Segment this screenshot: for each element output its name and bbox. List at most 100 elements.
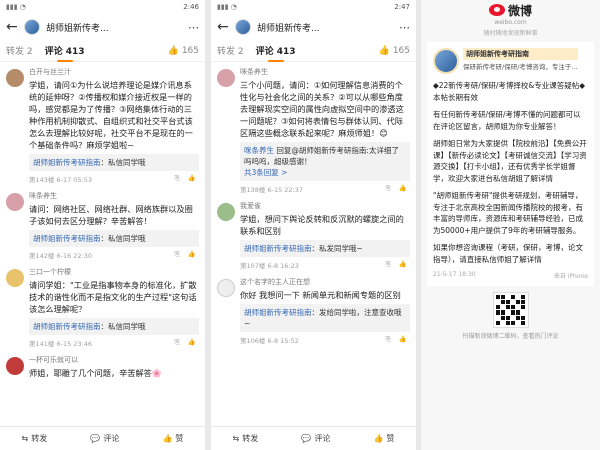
avatar[interactable] xyxy=(217,279,235,297)
comment-icon: 💬 xyxy=(90,434,101,443)
back-arrow-icon[interactable]: ← xyxy=(217,19,229,35)
account-avatar[interactable] xyxy=(24,19,40,35)
repost-label: 转发 xyxy=(31,434,48,443)
repost-button[interactable]: ⇆ 转发 xyxy=(233,433,259,444)
tab-bar: 转发 2 评论 413 👍 165 xyxy=(211,40,416,62)
comment-reply[interactable]: 咪条养生 回复@胡师姐新传考研指南:太详细了吗呜呜，超级感谢！ 共3条回复 > xyxy=(240,142,410,181)
comment-author[interactable]: 我爱雀 xyxy=(240,201,410,211)
status-time: 2:47 xyxy=(394,3,410,11)
weibo-brand: 微博 xyxy=(507,3,532,18)
comment-actions-icon[interactable]: ⎘ 👍 xyxy=(386,260,410,270)
tab-comment[interactable]: 评论 413 xyxy=(256,44,296,62)
repost-icon: ⇆ xyxy=(21,434,29,443)
reply-author[interactable]: 胡师姐新传考研指南 xyxy=(244,308,312,317)
comment-author[interactable]: 三口一个柠檬 xyxy=(29,267,199,277)
like-button[interactable]: 👍 赞 xyxy=(162,433,183,444)
like-label: 赞 xyxy=(175,434,184,443)
comment-floor-time: 第106楼 6-8 15:52 xyxy=(240,337,299,345)
comment-text: 学姐，请问①为什么说培养理论是媒介讯息系统的延伸呀？②传播权和媒介接近权是一样的… xyxy=(29,80,193,150)
comment-actions-icon[interactable]: ⎘ 👍 xyxy=(175,338,199,348)
comment-item: 一杯可乐就可以 师姐，耶雕了几个问题，辛苦解答🌸 xyxy=(0,350,205,381)
reply-author[interactable]: 胡师姐新传考研指南 xyxy=(244,244,312,253)
comment-reply[interactable]: 胡师姐新传考研指南：私信同学哦 xyxy=(29,318,199,335)
comment-text: 学姐，想问下舆论反转和反沉默的螺旋之间的联系和区别 xyxy=(240,214,404,236)
page-title: 胡师姐新传考... xyxy=(46,23,109,34)
repost-label: 转发 xyxy=(242,434,259,443)
likes-count: 165 xyxy=(392,45,410,56)
status-time: 2:46 xyxy=(183,3,199,11)
reply-author[interactable]: 咪条养生 xyxy=(244,146,274,155)
more-icon[interactable]: ⋯ xyxy=(399,21,410,34)
comment-actions-icon[interactable]: ⎘ 👍 xyxy=(175,250,199,260)
comment-item: 三口一个柠檬 请问学姐："工业是指事物本身的标准化，扩散技术的谐性化而不是指文化… xyxy=(0,262,205,350)
tab-repost[interactable]: 转发 2 xyxy=(6,44,33,57)
comment-author[interactable]: 咪条养生 xyxy=(29,191,199,201)
comment-item: 咪条养生 请问：网络社区、网络社群、网络族群以及圈子该如何去区分理解？辛苦解答！… xyxy=(0,186,205,262)
profile-name[interactable]: 胡师姐新传考研指南 xyxy=(463,48,578,60)
status-bar: ▮▮▮ ◔ 2:47 xyxy=(211,0,416,14)
screenshot-panel-3: 微博 weibo.com 随时随地发现新鲜事 胡师姐新传考研指南 保研新传考研/… xyxy=(421,0,600,450)
comment-text: 你好 我想问一下 新闻单元和新闻专题的区别 xyxy=(240,290,401,300)
status-bar: ▮▮▮ ◔ 2:46 xyxy=(0,0,205,14)
comment-actions-icon[interactable]: ⎘ 👍 xyxy=(386,184,410,194)
top-bar: ← 胡师姐新传考... ⋯ xyxy=(0,14,205,40)
signal-icon: ▮▮▮ ◔ xyxy=(6,3,26,11)
comment-button[interactable]: 💬 评论 xyxy=(90,433,119,444)
post-time: 21-5-17 18:30 xyxy=(433,271,476,278)
avatar[interactable] xyxy=(217,203,235,221)
more-replies-link[interactable]: 共3条回复 > xyxy=(244,168,287,177)
account-avatar[interactable] xyxy=(235,19,251,35)
comment-reply[interactable]: 胡师姐新传考研指南：私信同学哦 xyxy=(29,154,199,171)
comment-author[interactable]: 咪条养生 xyxy=(240,67,410,77)
avatar[interactable] xyxy=(6,193,24,211)
reply-author[interactable]: 胡师姐新传考研指南 xyxy=(33,322,101,331)
comment-meta: 第141楼 6-15 23:46 ⎘ 👍 xyxy=(29,338,199,348)
comment-button[interactable]: 💬 评论 xyxy=(301,433,330,444)
weibo-slogan: 随时随地发现新鲜事 xyxy=(483,29,538,37)
tab-likes[interactable]: 👍 165 xyxy=(379,46,410,56)
comment-floor-time: 第107楼 6-8 16:23 xyxy=(240,262,299,270)
post-body: ◆22新传考研/保研/考博择校&专业课答疑帖◆本帖长期有效 有任何新传考研/保研… xyxy=(433,80,588,265)
comment-text: 师姐，耶雕了几个问题，辛苦解答🌸 xyxy=(29,368,163,378)
like-button[interactable]: 👍 赞 xyxy=(373,433,394,444)
comment-reply[interactable]: 胡师姐新传考研指南：发给同学啦，注意查收哦~ xyxy=(240,304,410,332)
bottom-action-bar: ⇆ 转发 💬 评论 👍 赞 xyxy=(211,426,416,450)
tab-likes[interactable]: 👍 165 xyxy=(168,46,199,56)
profile-avatar[interactable] xyxy=(433,48,459,74)
weibo-logo: 微博 xyxy=(488,2,532,19)
comment-floor-time: 第142楼 6-16 22:30 xyxy=(29,252,93,260)
avatar[interactable] xyxy=(6,269,24,287)
tab-comment[interactable]: 评论 413 xyxy=(45,44,85,62)
page-title: 胡师姐新传考... xyxy=(257,23,320,34)
reply-text: 私发同学哦~ xyxy=(319,244,363,253)
reply-text: 私信同学哦 xyxy=(108,234,146,243)
post-paragraph: 如果你想咨询课程（考研，保研，考博，论文指导），请直接私信师姐了解详情 xyxy=(433,243,583,264)
comment-reply[interactable]: 胡师姐新传考研指南：私信同学哦 xyxy=(29,230,199,247)
comment-text: 请问：网络社区、网络社群、网络族群以及圈子该如何去区分理解？辛苦解答！ xyxy=(29,204,193,226)
weibo-eye-icon xyxy=(488,4,505,16)
comment-floor-time: 第138楼 6-15 22:37 xyxy=(240,186,304,194)
comment-text: 请问学姐："工业是指事物本身的标准化，扩散技术的谐性化而不是指文化的生产过程"这… xyxy=(29,280,197,314)
comment-author[interactable]: 白开与丝兰汁 xyxy=(29,67,199,77)
post-paragraph: "胡师姐新传考研"提供考研规划，考研辅导，专注于北京高校全国新闻传播院校的报考，… xyxy=(433,191,583,235)
profile-header: 胡师姐新传考研指南 保研新传考研/保研/考博咨询，专注于... xyxy=(433,48,588,74)
comment-author[interactable]: 这个名字的主人正在想 xyxy=(240,277,410,287)
avatar[interactable] xyxy=(6,357,24,375)
reply-author[interactable]: 胡师姐新传考研指南 xyxy=(33,158,101,167)
comment-author[interactable]: 一杯可乐就可以 xyxy=(29,355,199,365)
weibo-header: 微博 weibo.com 随时随地发现新鲜事 xyxy=(421,0,600,38)
repost-button[interactable]: ⇆ 转发 xyxy=(22,433,48,444)
avatar[interactable] xyxy=(6,69,24,87)
more-icon[interactable]: ⋯ xyxy=(188,21,199,34)
back-arrow-icon[interactable]: ← xyxy=(6,19,18,35)
comment-reply[interactable]: 胡师姐新传考研指南：私发同学哦~ xyxy=(240,240,410,257)
qr-caption: 扫描新浪微博二维码，查看热门评论 xyxy=(462,333,559,340)
comment-actions-icon[interactable]: ⎘ 👍 xyxy=(386,335,410,345)
avatar[interactable] xyxy=(217,69,235,87)
reply-author[interactable]: 胡师姐新传考研指南 xyxy=(33,234,101,243)
comment-item: 咪条养生 三个小问题，请问：①如何理解信息消费的个性化与社会化之间的关系？②可以… xyxy=(211,62,416,196)
tab-repost[interactable]: 转发 2 xyxy=(217,44,244,57)
comment-actions-icon[interactable]: ⎘ 👍 xyxy=(175,174,199,184)
weibo-url: weibo.com xyxy=(494,18,527,26)
post-paragraph: ◆22新传考研/保研/考博择校&专业课答疑帖◆本帖长期有效 xyxy=(433,81,585,102)
